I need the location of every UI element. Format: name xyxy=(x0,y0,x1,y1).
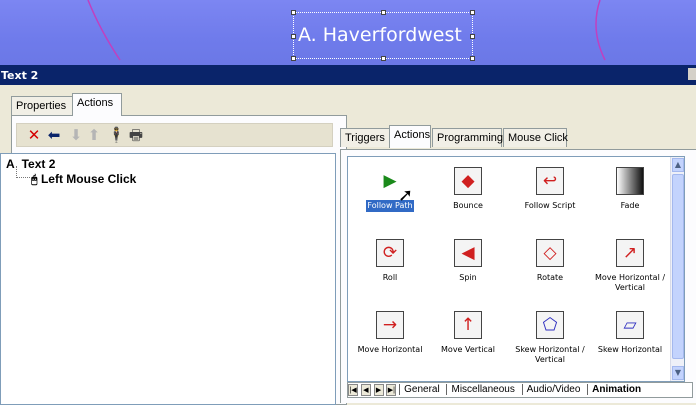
action-roll[interactable]: ⟳ Roll xyxy=(350,239,430,284)
scroll-up-icon[interactable]: ▲ xyxy=(672,158,684,172)
action-tree[interactable]: A Text 2 🖰 Left Mouse Click xyxy=(0,153,336,405)
skew-hv-icon: ⬠ xyxy=(536,311,564,339)
canvas-area[interactable]: A. Haverfordwest xyxy=(0,0,696,65)
category-tab-strip: |◀ ◀ ▶ ▶| General Miscellaneous Audio/Vi… xyxy=(347,382,693,398)
action-skew-horizontal-vertical[interactable]: ⬠ Skew Horizontal / Vertical xyxy=(510,311,590,366)
action-follow-script[interactable]: ↩ Follow Script xyxy=(510,167,590,212)
tab-properties[interactable]: Properties xyxy=(11,96,73,115)
properties-window: Properties Actions ✕ ⬅ ⬇ ⬆ 🕴 🖶 A Text 2 … xyxy=(0,85,696,405)
rotate-icon: ◇ xyxy=(536,239,564,267)
vertical-scrollbar[interactable]: ▲ ▼ xyxy=(670,157,684,381)
tree-item-left-mouse-click[interactable]: 🖰 Left Mouse Click xyxy=(31,172,136,187)
action-label: Move Vertical xyxy=(441,345,495,354)
tab-actions-right[interactable]: Actions xyxy=(389,125,431,148)
action-label: Move Horizontal xyxy=(357,345,423,354)
action-label: Spin xyxy=(459,273,477,282)
arrow-left-icon[interactable]: ⬅ xyxy=(45,126,63,145)
resize-handle[interactable] xyxy=(291,10,296,15)
action-library-panel: ▶ Follow Path ◆ Bounce ↩ Follow Script ▓… xyxy=(340,149,696,403)
arrow-down-icon[interactable]: ⬇ xyxy=(67,126,85,145)
action-move-vertical[interactable]: ↑ Move Vertical xyxy=(428,311,508,356)
text-object-icon: A xyxy=(6,157,15,171)
tab-general[interactable]: General xyxy=(399,384,444,395)
tree-root[interactable]: A Text 2 xyxy=(6,157,55,171)
tree-item-label: Left Mouse Click xyxy=(40,172,137,186)
tree-connector xyxy=(16,166,30,178)
resize-handle[interactable] xyxy=(381,56,386,61)
last-page-icon[interactable]: ▶| xyxy=(386,384,397,396)
action-bounce[interactable]: ◆ Bounce xyxy=(428,167,508,212)
maximize-icon[interactable] xyxy=(688,68,696,80)
actions-toolbar: ✕ ⬅ ⬇ ⬆ 🕴 🖶 xyxy=(16,123,333,147)
roll-icon: ⟳ xyxy=(376,239,404,267)
action-fade[interactable]: ▓ Fade xyxy=(590,167,670,212)
resize-handle[interactable] xyxy=(470,56,475,61)
bounce-icon: ◆ xyxy=(454,167,482,195)
action-spin[interactable]: ◀ Spin xyxy=(428,239,508,284)
action-follow-path[interactable]: ▶ Follow Path xyxy=(350,167,430,212)
spin-icon: ◀ xyxy=(454,239,482,267)
resize-handle[interactable] xyxy=(291,34,296,39)
action-label: Skew Horizontal xyxy=(597,345,663,354)
tab-programming[interactable]: Programming xyxy=(432,128,503,147)
tab-actions[interactable]: Actions xyxy=(72,93,122,116)
delete-icon[interactable]: ✕ xyxy=(25,126,43,145)
tab-animation[interactable]: Animation xyxy=(587,384,645,395)
tab-triggers[interactable]: Triggers xyxy=(340,128,390,147)
action-label: Rotate xyxy=(536,273,564,282)
resize-handle[interactable] xyxy=(470,34,475,39)
scroll-down-icon[interactable]: ▼ xyxy=(672,366,684,380)
mouse-icon: 🖰 xyxy=(31,174,38,186)
action-skew-horizontal[interactable]: ▱ Skew Horizontal xyxy=(590,311,670,356)
tab-mouse-click[interactable]: Mouse Click xyxy=(503,128,568,147)
move-hv-icon: ↗ xyxy=(616,239,644,267)
resize-handle[interactable] xyxy=(470,10,475,15)
tab-audio-video[interactable]: Audio/Video xyxy=(521,384,585,395)
mouse-cursor-icon: ➚ xyxy=(398,185,414,206)
action-label: Skew Horizontal / Vertical xyxy=(515,345,585,364)
object-title-bar: Text 2 xyxy=(0,65,696,85)
selected-text-object[interactable]: A. Haverfordwest xyxy=(291,10,475,61)
move-vertical-icon: ↑ xyxy=(454,311,482,339)
first-page-icon[interactable]: |◀ xyxy=(348,384,358,396)
action-label: Move Horizontal / Vertical xyxy=(594,273,666,292)
canvas-title-text: A. Haverfordwest xyxy=(298,24,462,46)
skew-horizontal-icon: ▱ xyxy=(616,311,644,339)
print-icon[interactable]: 🖶 xyxy=(127,126,145,145)
follow-script-icon: ↩ xyxy=(536,167,564,195)
fade-icon: ▓ xyxy=(616,167,644,195)
person-icon[interactable]: 🕴 xyxy=(107,126,126,145)
object-title: Text 2 xyxy=(1,69,39,82)
action-label: Follow Script xyxy=(524,201,576,210)
resize-handle[interactable] xyxy=(381,10,386,15)
next-page-icon[interactable]: ▶ xyxy=(373,384,384,396)
action-rotate[interactable]: ◇ Rotate xyxy=(510,239,590,284)
tab-miscellaneous[interactable]: Miscellaneous xyxy=(446,384,518,395)
move-horizontal-icon: → xyxy=(376,311,404,339)
action-label: Fade xyxy=(620,201,640,210)
action-label: Roll xyxy=(382,273,398,282)
action-label: Bounce xyxy=(453,201,483,210)
action-move-horizontal-vertical[interactable]: ↗ Move Horizontal / Vertical xyxy=(590,239,670,294)
resize-handle[interactable] xyxy=(291,56,296,61)
prev-page-icon[interactable]: ◀ xyxy=(360,384,371,396)
action-move-horizontal[interactable]: → Move Horizontal xyxy=(350,311,430,356)
scrollbar-thumb[interactable] xyxy=(672,174,684,359)
arrow-up-icon[interactable]: ⬆ xyxy=(85,126,103,145)
